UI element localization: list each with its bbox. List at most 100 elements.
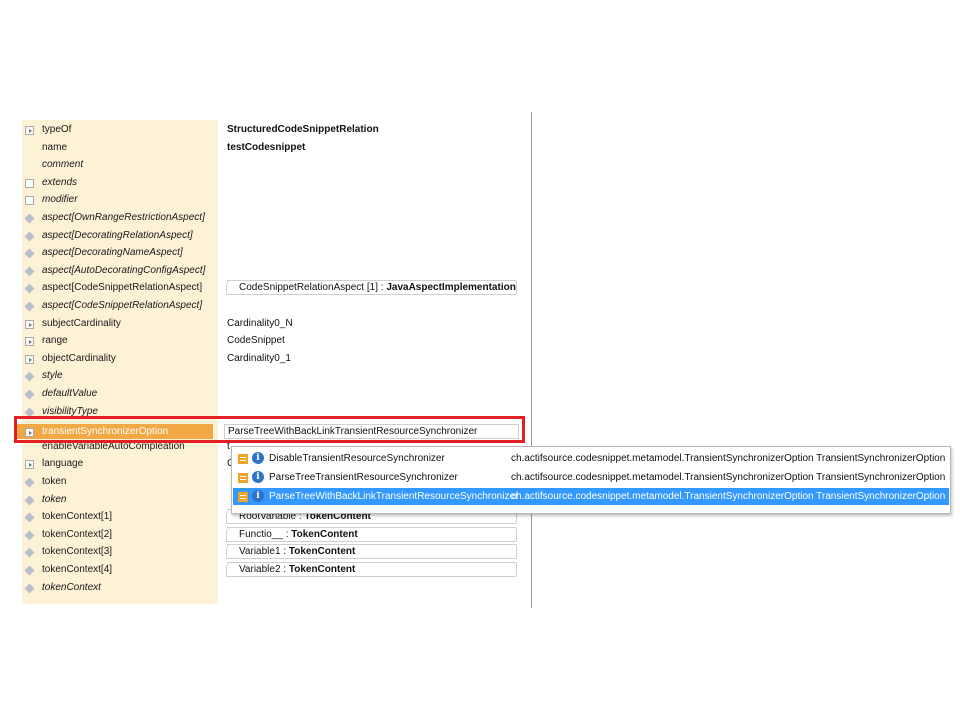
diamond-icon [24, 389, 35, 400]
property-label: aspect[DecoratingRelationAspect] [42, 229, 193, 241]
chip-name: CodeSnippetRelationAspect [1] : [239, 282, 387, 294]
expand-arrow-icon[interactable] [25, 126, 34, 135]
property-row[interactable]: modifier [22, 192, 527, 209]
info-icon: i [252, 452, 264, 464]
diamond-icon [24, 547, 35, 558]
property-label: tokenContext[4] [42, 564, 113, 575]
popup-option[interactable]: i ParseTreeTransientResourceSynchronizer c… [233, 469, 949, 486]
property-label: objectCardinality [42, 352, 116, 364]
property-label: comment [42, 159, 84, 171]
property-label: aspect[AutoDecoratingConfigAspect] [42, 264, 206, 276]
property-value[interactable]: Cardinality0_N [227, 318, 293, 329]
property-row[interactable]: range CodeSnippet [22, 333, 527, 350]
expand-arrow-icon[interactable] [25, 460, 34, 470]
property-row[interactable]: aspect[CodeSnippetRelationAspect] CodeSni… [22, 280, 527, 297]
diamond-icon [24, 530, 35, 541]
option-name: DisableTransientResourceSynchronizer [269, 453, 445, 464]
property-label: aspect[DecoratingNameAspect] [42, 247, 183, 259]
chip-type: TokenContent [288, 546, 356, 558]
diamond-icon [24, 495, 35, 506]
chip-type: JavaAspectImplementation [386, 282, 516, 294]
diamond-icon [24, 512, 35, 523]
enum-list-icon [238, 492, 248, 502]
property-label: name [42, 141, 68, 153]
property-value[interactable]: Cardinality0_1 [227, 353, 291, 364]
property-label: visibilityType [42, 405, 98, 417]
chip-name: Functio__ : [239, 528, 292, 540]
option-qualifier: ch.actifsource.codesnippet.metamodel.Tra… [511, 453, 946, 464]
expand-arrow-icon[interactable] [25, 354, 34, 364]
property-label: modifier [42, 194, 78, 206]
property-row[interactable]: tokenContext [22, 580, 527, 597]
property-row[interactable]: aspect[DecoratingRelationAspect] [22, 228, 527, 245]
property-label: style [42, 370, 63, 382]
property-label: subjectCardinality [42, 317, 121, 329]
checkbox-icon [25, 178, 34, 188]
checkbox-icon [25, 196, 34, 206]
popup-option[interactable]: i ParseTreeWithBackLinkTransientResourceS… [233, 488, 949, 505]
reference-chip[interactable]: Variable2 : TokenContent [226, 562, 517, 577]
property-row[interactable]: aspect[DecoratingNameAspect] [22, 245, 527, 262]
property-row[interactable]: tokenContext[2] Functio__ : TokenContent [22, 526, 527, 544]
property-label: aspect[CodeSnippetRelationAspect] [42, 300, 203, 311]
property-value[interactable]: CodeSnippet [227, 335, 285, 346]
property-row[interactable]: typeOf StructuredCodeSnippetRelation [22, 122, 527, 139]
red-highlight-annotation [14, 416, 525, 443]
property-row[interactable]: tokenContext[4] Variable2 : TokenContent [22, 562, 527, 579]
editor-right-border [531, 112, 532, 608]
property-label: tokenContext[2] [42, 528, 113, 540]
property-row[interactable]: comment [22, 157, 527, 174]
property-label: aspect[CodeSnippetRelationAspect] [42, 282, 203, 294]
property-row[interactable]: name testCodesnippet [22, 140, 527, 157]
property-row[interactable]: aspect[OwnRangeRestrictionAspect] [22, 210, 527, 227]
reference-chip[interactable]: Variable1 : TokenContent [226, 544, 517, 560]
enum-list-icon [238, 473, 248, 483]
diamond-icon [24, 565, 35, 576]
property-row[interactable]: aspect[AutoDecoratingConfigAspect] [22, 263, 527, 280]
properties-editor: typeOf StructuredCodeSnippetRelation name t… [22, 120, 527, 604]
enum-list-icon [238, 454, 248, 464]
chip-name: Variable2 : [239, 564, 289, 575]
property-value[interactable]: testCodesnippet [227, 142, 305, 153]
property-label: typeOf [42, 124, 72, 135]
expand-arrow-icon[interactable] [25, 319, 34, 329]
property-row[interactable]: subjectCardinality Cardinality0_N [22, 316, 527, 333]
popup-option[interactable]: i DisableTransientResourceSynchronizer ch.… [233, 450, 949, 467]
diamond-icon [24, 477, 35, 488]
option-qualifier: ch.actifsource.codesnippet.metamodel.Tra… [511, 472, 946, 483]
diamond-icon [24, 301, 35, 312]
property-label: language [42, 458, 84, 470]
property-label: tokenContext [42, 581, 101, 593]
property-label: token [42, 476, 67, 487]
content-assist-popup[interactable]: i DisableTransientResourceSynchronizer ch.… [231, 446, 951, 514]
property-label: token [42, 493, 67, 505]
diamond-icon [24, 231, 35, 242]
property-label: tokenContext[3] [42, 546, 113, 558]
option-name: ParseTreeTransientResourceSynchronizer [269, 472, 458, 483]
property-row[interactable]: tokenContext[3] Variable1 : TokenContent [22, 544, 527, 561]
reference-chip[interactable]: Functio__ : TokenContent [226, 526, 517, 542]
chip-name: Variable1 : [239, 546, 289, 558]
property-row[interactable]: extends [22, 175, 527, 192]
property-value[interactable]: StructuredCodeSnippetRelation [227, 124, 379, 135]
diamond-icon [24, 266, 35, 277]
info-icon: i [252, 471, 264, 483]
chip-type: TokenContent [291, 528, 358, 540]
diamond-icon [24, 248, 35, 259]
option-qualifier: ch.actifsource.codesnippet.metamodel.Tra… [511, 491, 946, 502]
info-icon: i [252, 490, 264, 502]
expand-arrow-icon[interactable] [25, 337, 34, 347]
chip-type: TokenContent [288, 564, 356, 575]
property-label: tokenContext[1] [42, 511, 113, 523]
property-label: extends [42, 176, 78, 188]
property-row[interactable]: objectCardinality Cardinality0_1 [22, 351, 527, 368]
diamond-icon [24, 371, 35, 382]
property-row[interactable]: aspect[CodeSnippetRelationAspect] [22, 298, 527, 315]
property-row[interactable]: style [22, 368, 527, 385]
diamond-icon [24, 283, 35, 294]
diamond-icon [24, 583, 35, 594]
property-label: defaultValue [42, 388, 98, 399]
reference-chip[interactable]: CodeSnippetRelationAspect [1] : JavaAspe… [226, 280, 517, 296]
property-row[interactable]: defaultValue [22, 386, 527, 403]
property-label: range [42, 335, 68, 347]
